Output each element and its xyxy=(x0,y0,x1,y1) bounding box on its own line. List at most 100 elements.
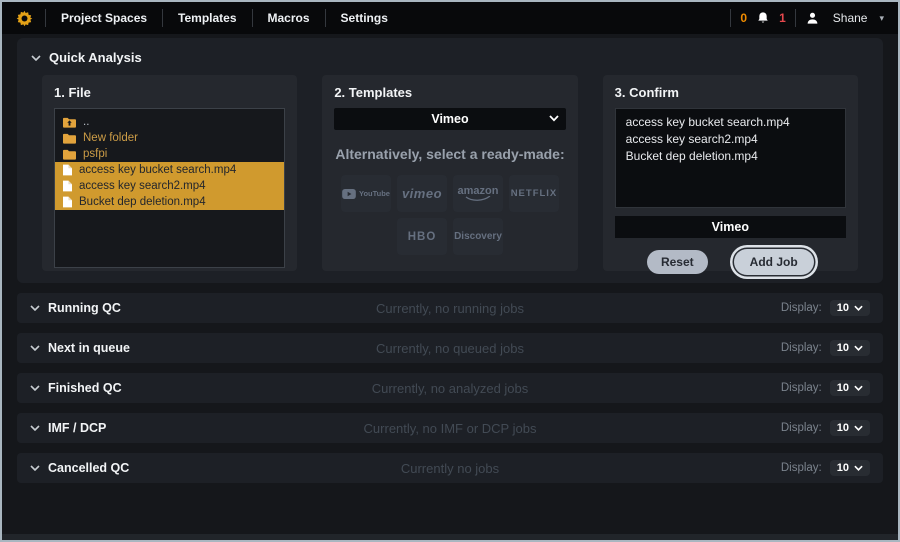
imf-dcp-header[interactable]: IMF / DCP xyxy=(30,421,106,435)
file-row-folder[interactable]: psfpi xyxy=(55,146,284,162)
section-row-cancelled-qc: Cancelled QC Currently no jobs Display: … xyxy=(17,453,883,483)
display-count-value: 10 xyxy=(837,342,849,354)
chevron-down-icon xyxy=(30,465,40,471)
brand-label: vimeo xyxy=(402,186,442,201)
chevron-down-icon xyxy=(30,305,40,311)
brand-vimeo-button[interactable]: vimeo xyxy=(397,175,447,212)
notification-count-error: 1 xyxy=(779,11,786,25)
file-row-label: New folder xyxy=(83,132,138,144)
next-in-queue-header[interactable]: Next in queue xyxy=(30,341,130,355)
section-row-next-in-queue: Next in queue Currently, no queued jobs … xyxy=(17,333,883,363)
chevron-down-icon xyxy=(31,55,41,61)
nav-templates[interactable]: Templates xyxy=(163,11,251,25)
display-count-select[interactable]: 10 xyxy=(830,300,870,316)
display-label: Display: xyxy=(781,462,822,474)
bottom-scrollbar-track[interactable] xyxy=(2,534,898,540)
amazon-smile-icon xyxy=(465,196,491,202)
section-title: IMF / DCP xyxy=(48,421,106,435)
brand-youtube-button[interactable]: YouTube xyxy=(341,175,391,212)
file-panel: 1. File .. xyxy=(42,75,297,271)
folder-icon xyxy=(63,149,76,160)
user-icon xyxy=(805,11,820,26)
chevron-down-icon xyxy=(549,115,559,122)
display-count-select[interactable]: 10 xyxy=(830,420,870,436)
confirm-file: Bucket dep deletion.mp4 xyxy=(626,148,835,165)
file-panel-title: 1. File xyxy=(54,85,285,100)
section-title: Finished QC xyxy=(48,381,122,395)
display-count-select[interactable]: 10 xyxy=(830,380,870,396)
brand-label: YouTube xyxy=(359,189,390,198)
nav-settings[interactable]: Settings xyxy=(326,11,403,25)
section-title: Cancelled QC xyxy=(48,461,129,475)
confirm-template-name: Vimeo xyxy=(615,216,846,238)
file-row-label: access key bucket search.mp4 xyxy=(79,164,236,176)
file-row-label: access key search2.mp4 xyxy=(79,180,206,192)
chevron-down-icon xyxy=(30,385,40,391)
file-icon xyxy=(63,164,72,176)
file-row-label: psfpi xyxy=(83,148,107,160)
app-window: Project Spaces Templates Macros Settings… xyxy=(0,0,900,542)
display-count-select[interactable]: 10 xyxy=(830,460,870,476)
template-select[interactable]: Vimeo xyxy=(334,108,565,130)
display-label: Display: xyxy=(781,382,822,394)
user-menu[interactable]: Shane xyxy=(833,11,868,25)
brand-hbo-button[interactable]: HBO xyxy=(397,218,447,255)
brand-netflix-button[interactable]: NETFLIX xyxy=(509,175,559,212)
divider xyxy=(730,9,731,27)
display-count-value: 10 xyxy=(837,462,849,474)
gear-logo-icon[interactable] xyxy=(16,10,33,27)
divider xyxy=(795,9,796,27)
file-icon xyxy=(63,196,72,208)
status-text: Currently, no IMF or DCP jobs xyxy=(17,421,883,436)
file-row-label: .. xyxy=(83,116,89,128)
status-text: Currently, no running jobs xyxy=(17,301,883,316)
section-title: Next in queue xyxy=(48,341,130,355)
file-row-selected[interactable]: Bucket dep deletion.mp4 xyxy=(55,194,284,210)
cancelled-qc-header[interactable]: Cancelled QC xyxy=(30,461,129,475)
quick-analysis-header[interactable]: Quick Analysis xyxy=(17,46,883,73)
section-title: Quick Analysis xyxy=(49,50,142,65)
file-row-folder[interactable]: New folder xyxy=(55,130,284,146)
folder-up-icon xyxy=(63,117,76,128)
confirm-file: access key bucket search.mp4 xyxy=(626,114,835,131)
brand-label: amazon xyxy=(458,186,499,196)
file-browser: .. New folder psfpi xyxy=(54,108,285,268)
status-text: Currently, no analyzed jobs xyxy=(17,381,883,396)
running-qc-header[interactable]: Running QC xyxy=(30,301,121,315)
add-job-button[interactable]: Add Job xyxy=(734,249,814,275)
templates-panel-title: 2. Templates xyxy=(334,85,565,100)
status-text: Currently no jobs xyxy=(17,461,883,476)
status-text: Currently, no queued jobs xyxy=(17,341,883,356)
brand-discovery-button[interactable]: Discovery xyxy=(453,218,503,255)
chevron-down-icon xyxy=(30,345,40,351)
display-count-value: 10 xyxy=(837,302,849,314)
nav-project-spaces[interactable]: Project Spaces xyxy=(46,11,162,25)
main-content: Quick Analysis 1. File xyxy=(2,34,898,534)
file-row-selected[interactable]: access key bucket search.mp4 xyxy=(55,162,284,178)
youtube-play-icon xyxy=(342,189,356,199)
section-row-running-qc: Running QC Currently, no running jobs Di… xyxy=(17,293,883,323)
file-row-selected[interactable]: access key search2.mp4 xyxy=(55,178,284,194)
display-count-select[interactable]: 10 xyxy=(830,340,870,356)
brand-amazon-button[interactable]: amazon xyxy=(453,175,503,212)
brand-label: HBO xyxy=(408,231,437,243)
file-row-label: Bucket dep deletion.mp4 xyxy=(79,196,206,208)
section-row-imf-dcp: IMF / DCP Currently, no IMF or DCP jobs … xyxy=(17,413,883,443)
brand-label: NETFLIX xyxy=(511,188,558,199)
section-row-finished-qc: Finished QC Currently, no analyzed jobs … xyxy=(17,373,883,403)
file-row-parent-dir[interactable]: .. xyxy=(55,114,284,130)
display-count-value: 10 xyxy=(837,382,849,394)
bell-icon[interactable] xyxy=(756,11,770,25)
reset-button[interactable]: Reset xyxy=(647,250,708,274)
confirm-panel-title: 3. Confirm xyxy=(615,85,846,100)
nav-macros[interactable]: Macros xyxy=(253,11,325,25)
templates-panel: 2. Templates Vimeo Alternatively, select… xyxy=(322,75,577,271)
file-icon xyxy=(63,180,72,192)
topbar: Project Spaces Templates Macros Settings… xyxy=(2,2,898,34)
ready-made-label: Alternatively, select a ready-made: xyxy=(334,146,565,162)
confirm-file-list: access key bucket search.mp4 access key … xyxy=(615,108,846,208)
display-label: Display: xyxy=(781,302,822,314)
template-select-value: Vimeo xyxy=(431,112,468,126)
notification-count-warning: 0 xyxy=(740,11,747,25)
finished-qc-header[interactable]: Finished QC xyxy=(30,381,122,395)
